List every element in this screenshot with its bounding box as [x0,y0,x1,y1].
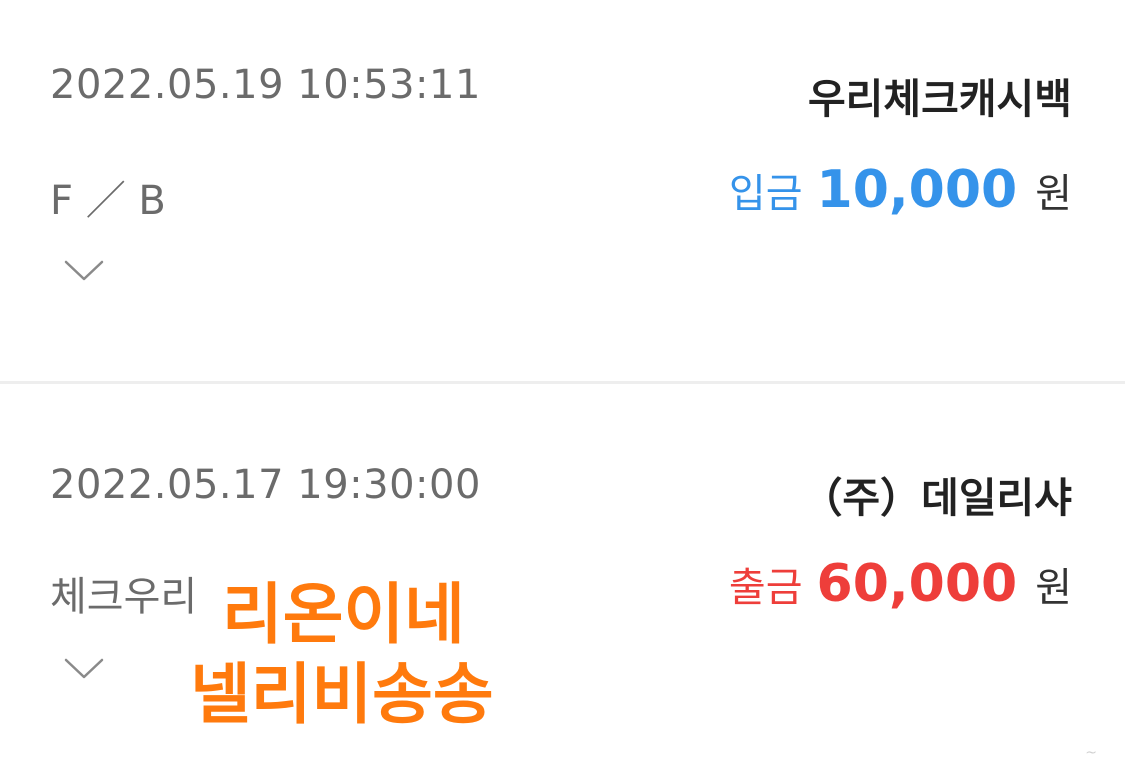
transaction-memo: F ／ B [50,178,166,224]
transaction-amount: 10,000 [816,160,1018,220]
transaction-amount-row: 입금 10,000 원 [729,160,1072,220]
transaction-type-label: 출금 [728,565,803,611]
transaction-merchant: （주）데일리샤 [801,474,1072,522]
transaction-memo: 체크우리 [50,574,198,620]
transaction-amount: 60,000 [816,554,1018,614]
transaction-type-label: 입금 [728,171,803,217]
transaction-item[interactable]: 2022.05.17 19:30:00 （주）데일리샤 체크우리 출금 60,0… [0,384,1125,775]
transaction-item[interactable]: 2022.05.19 10:53:11 우리체크캐시백 F ／ B 입금 10,… [0,0,1125,382]
transaction-datetime: 2022.05.19 10:53:11 [50,62,481,108]
transaction-datetime: 2022.05.17 19:30:00 [50,462,481,508]
overlay-caption-line2: 넬리비송송 [190,656,494,733]
currency-unit: 원 [1035,565,1072,611]
transaction-amount-row: 출금 60,000 원 [729,554,1072,614]
overlay-caption-line1: 리온이네 [222,576,465,653]
decorative-mark: ~ [1085,745,1097,761]
chevron-down-icon[interactable] [64,657,104,681]
transaction-merchant: 우리체크캐시백 [807,75,1072,123]
currency-unit: 원 [1035,171,1072,217]
chevron-down-icon[interactable] [64,259,104,283]
